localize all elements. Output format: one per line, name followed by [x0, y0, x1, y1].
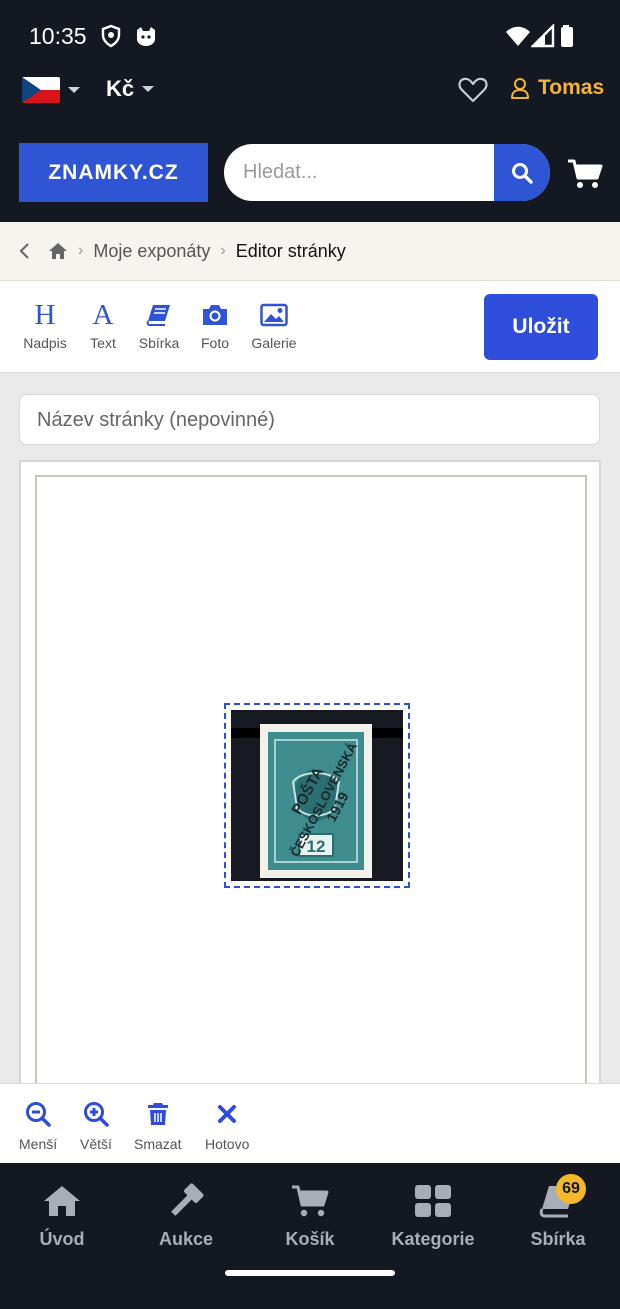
close-icon [218, 1105, 237, 1123]
stamp-picture: 12 POŠTA ČESKOSLOVENSKÁ 1919 [231, 710, 403, 881]
edit-label: Větší [80, 1136, 112, 1152]
trash-icon [147, 1103, 168, 1125]
currency-selector[interactable]: Kč [106, 76, 155, 102]
site-logo[interactable]: ZNAMKY.CZ [19, 143, 208, 202]
tool-label: Sbírka [138, 335, 180, 351]
edit-label: Hotovo [205, 1136, 250, 1152]
page-title-field [19, 394, 600, 446]
tool-text[interactable]: A Text [73, 298, 133, 351]
breadcrumb: › Moje exponáty › Editor stránky [0, 222, 620, 281]
breadcrumb-separator: › [78, 242, 84, 259]
nav-label: Sbírka [530, 1229, 586, 1249]
gallery-icon [260, 303, 288, 327]
search-icon [512, 162, 533, 184]
tool-gallery[interactable]: Galerie [244, 301, 304, 351]
done-button[interactable]: Hotovo [205, 1100, 249, 1152]
cart-icon [292, 1185, 329, 1217]
chevron-left-icon[interactable] [18, 241, 32, 261]
shield-icon [101, 24, 121, 48]
home-indicator[interactable] [225, 1270, 395, 1276]
grid-icon [415, 1185, 451, 1217]
breadcrumb-separator: › [220, 242, 226, 259]
photo-edit-bar: Menší Větší Smazat Hotovo [0, 1083, 620, 1163]
breadcrumb-item-parent[interactable]: Moje exponáty [93, 241, 210, 262]
user-icon [511, 78, 529, 99]
user-account-link[interactable]: Tomas [510, 76, 604, 100]
bottom-navigation: Úvod Aukce Košík Kategorie Sbírka [0, 1163, 620, 1309]
stamp-image: 12 POŠTA ČESKOSLOVENSKÁ 1919 [231, 710, 403, 881]
tool-heading[interactable]: H Nadpis [15, 298, 75, 351]
selected-stamp-photo[interactable]: 12 POŠTA ČESKOSLOVENSKÁ 1919 [224, 703, 410, 888]
heading-icon: H [34, 298, 56, 331]
chevron-down-icon [142, 86, 155, 92]
gavel-icon [171, 1183, 204, 1216]
search-button[interactable] [494, 144, 550, 201]
tool-label: Nadpis [23, 335, 67, 351]
delete-button[interactable]: Smazat [134, 1100, 181, 1152]
status-bar: 10:35 [0, 0, 620, 72]
breadcrumb-item-current: Editor stránky [235, 240, 346, 261]
tool-label: Text [90, 335, 116, 351]
battery-icon [561, 25, 573, 47]
tool-label: Foto [200, 335, 229, 351]
status-time: 10:35 [29, 23, 87, 49]
editor-toolbar: H Nadpis A Text Sbírka Foto Galerie Ulož… [0, 281, 620, 373]
home-icon[interactable] [48, 242, 68, 260]
nav-label: Aukce [158, 1229, 214, 1249]
book-icon [146, 305, 170, 326]
language-selector[interactable] [22, 74, 80, 106]
text-icon: A [92, 298, 114, 331]
zoom-out-icon [26, 1102, 51, 1127]
cart-icon[interactable] [567, 158, 603, 190]
save-button[interactable]: Uložit [484, 294, 598, 360]
signal-icon [531, 24, 555, 48]
collection-count-badge: 69 [556, 1174, 586, 1204]
user-name: Tomas [538, 76, 605, 99]
home-icon [44, 1186, 80, 1216]
search-bar [224, 144, 550, 201]
zoom-in-icon [83, 1102, 109, 1127]
czech-flag-icon [22, 77, 60, 103]
shrink-button[interactable]: Menší [19, 1100, 57, 1152]
search-input[interactable] [243, 144, 493, 201]
tool-collection[interactable]: Sbírka [129, 301, 189, 351]
nav-cart[interactable]: Košík [255, 1181, 365, 1250]
cat-icon [137, 27, 155, 46]
nav-categories[interactable]: Kategorie [378, 1181, 488, 1250]
edit-label: Menší [19, 1136, 58, 1152]
enlarge-button[interactable]: Větší [80, 1100, 112, 1152]
currency-label: Kč [106, 76, 135, 101]
nav-auctions[interactable]: Aukce [131, 1181, 241, 1250]
wifi-icon [506, 26, 530, 46]
nav-home[interactable]: Úvod [7, 1181, 117, 1250]
tool-label: Galerie [251, 335, 297, 351]
nav-label: Kategorie [391, 1229, 475, 1249]
wishlist-heart-icon[interactable] [458, 76, 488, 104]
nav-label: Košík [285, 1229, 335, 1249]
nav-label: Úvod [39, 1229, 85, 1249]
chevron-down-icon [68, 87, 80, 93]
edit-label: Smazat [134, 1136, 182, 1152]
tool-photo[interactable]: Foto [185, 301, 245, 351]
page-title-input[interactable] [37, 395, 577, 446]
camera-icon [203, 305, 227, 325]
